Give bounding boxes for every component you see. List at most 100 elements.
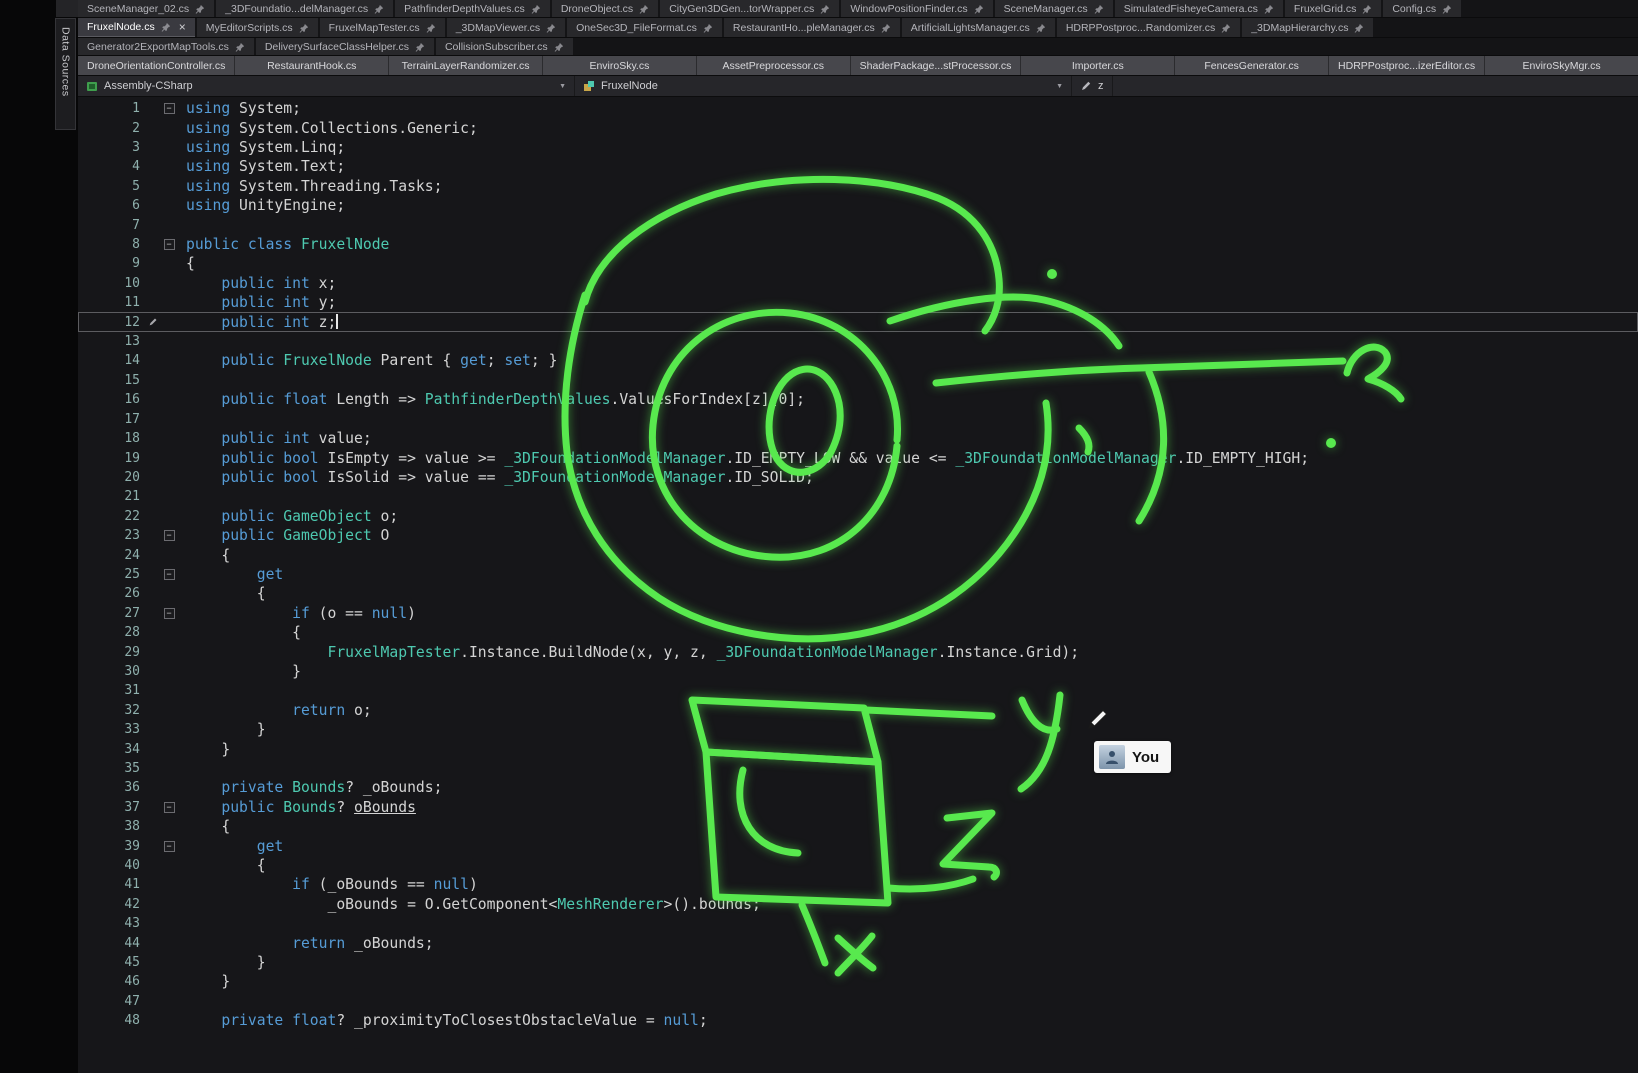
document-tab[interactable]: ArtificialLightsManager.cs: [902, 18, 1055, 37]
project-dropdown[interactable]: Assembly-CSharp ▼: [78, 76, 575, 96]
document-tab[interactable]: EnviroSky.cs: [543, 56, 696, 75]
pin-icon[interactable]: [1362, 4, 1372, 14]
code-line[interactable]: 31: [78, 681, 1638, 700]
document-tab[interactable]: PathfinderDepthValues.cs: [395, 0, 550, 17]
code-line[interactable]: 2using System.Collections.Generic;: [78, 118, 1638, 137]
document-tab[interactable]: DeliverySurfaceClassHelper.cs: [256, 38, 434, 55]
code-line[interactable]: 12 public int z;: [78, 312, 1638, 331]
document-tab[interactable]: OneSec3D_FileFormat.cs: [567, 18, 722, 37]
code-line[interactable]: 5using System.Threading.Tasks;: [78, 177, 1638, 196]
code-line[interactable]: 8−public class FruxelNode: [78, 235, 1638, 254]
data-sources-tab[interactable]: Data Sources: [55, 18, 76, 130]
code-line[interactable]: 4using System.Text;: [78, 157, 1638, 176]
document-tab[interactable]: MyEditorScripts.cs: [197, 18, 318, 37]
pin-icon[interactable]: [1036, 23, 1046, 33]
code-line[interactable]: 38 {: [78, 817, 1638, 836]
code-line[interactable]: 1−using System;: [78, 99, 1638, 118]
code-line[interactable]: 28 {: [78, 623, 1638, 642]
type-dropdown[interactable]: FruxelNode ▼: [575, 76, 1072, 96]
code-line[interactable]: 41 if (_oBounds == null): [78, 875, 1638, 894]
code-line[interactable]: 26 {: [78, 584, 1638, 603]
pin-icon[interactable]: [1264, 4, 1274, 14]
pin-icon[interactable]: [881, 23, 891, 33]
code-line[interactable]: 27− if (o == null): [78, 604, 1638, 623]
code-line[interactable]: 19 public bool IsEmpty => value >= _3DFo…: [78, 448, 1638, 467]
code-line[interactable]: 25− get: [78, 565, 1638, 584]
pin-icon[interactable]: [639, 4, 649, 14]
document-tab[interactable]: CityGen3DGen...torWrapper.cs: [660, 0, 839, 17]
pin-icon[interactable]: [426, 23, 436, 33]
code-line[interactable]: 24 {: [78, 545, 1638, 564]
document-tab[interactable]: DroneObject.cs: [552, 0, 658, 17]
document-tab[interactable]: ShaderPackage...stProcessor.cs: [851, 56, 1021, 75]
document-tab[interactable]: SimulatedFisheyeCamera.cs: [1115, 0, 1283, 17]
pin-icon[interactable]: [531, 4, 541, 14]
document-tab[interactable]: _3DMapViewer.cs: [447, 18, 565, 37]
close-icon[interactable]: ×: [179, 21, 186, 33]
document-tab[interactable]: DroneOrientationController.cs: [78, 56, 234, 75]
pin-icon[interactable]: [1442, 4, 1452, 14]
code-line[interactable]: 15: [78, 371, 1638, 390]
pin-icon[interactable]: [974, 4, 984, 14]
code-line[interactable]: 7: [78, 215, 1638, 234]
code-line[interactable]: 39− get: [78, 836, 1638, 855]
code-line[interactable]: 45 }: [78, 953, 1638, 972]
code-line[interactable]: 21: [78, 487, 1638, 506]
document-tab[interactable]: Generator2ExportMapTools.cs: [78, 38, 254, 55]
code-line[interactable]: 23− public GameObject O: [78, 526, 1638, 545]
fold-collapse-icon[interactable]: −: [164, 530, 175, 541]
code-line[interactable]: 48 private float? _proximityToClosestObs…: [78, 1011, 1638, 1030]
code-editor[interactable]: 1−using System;2using System.Collections…: [78, 97, 1638, 1073]
document-tab[interactable]: CollisionSubscriber.cs: [436, 38, 573, 55]
document-tab[interactable]: FruxelGrid.cs: [1285, 0, 1381, 17]
code-line[interactable]: 34 }: [78, 739, 1638, 758]
code-line[interactable]: 32 return o;: [78, 701, 1638, 720]
pin-icon[interactable]: [299, 23, 309, 33]
document-tab[interactable]: Importer.cs: [1021, 56, 1174, 75]
code-line[interactable]: 42 _oBounds = O.GetComponent<MeshRendere…: [78, 895, 1638, 914]
code-line[interactable]: 14 public FruxelNode Parent { get; set; …: [78, 351, 1638, 370]
code-line[interactable]: 40 {: [78, 856, 1638, 875]
code-line[interactable]: 3using System.Linq;: [78, 138, 1638, 157]
document-tab[interactable]: HDRPPostproc...izerEditor.cs: [1329, 56, 1484, 75]
document-tab[interactable]: SceneManager_02.cs: [78, 0, 214, 17]
document-tab[interactable]: FruxelMapTester.cs: [320, 18, 445, 37]
code-line[interactable]: 37− public Bounds? oBounds: [78, 798, 1638, 817]
document-tab[interactable]: SceneManager.cs: [995, 0, 1113, 17]
document-tab[interactable]: EnviroSkyMgr.cs: [1485, 56, 1638, 75]
code-line[interactable]: 36 private Bounds? _oBounds;: [78, 778, 1638, 797]
document-tab[interactable]: Config.cs: [1383, 0, 1461, 17]
dropdown-arrow-icon[interactable]: ▼: [1056, 83, 1063, 90]
code-line[interactable]: 35: [78, 759, 1638, 778]
document-tab[interactable]: TerrainLayerRandomizer.cs: [389, 56, 542, 75]
pin-icon[interactable]: [195, 4, 205, 14]
pin-icon[interactable]: [415, 42, 425, 52]
pin-icon[interactable]: [554, 42, 564, 52]
code-line[interactable]: 17: [78, 410, 1638, 429]
code-line[interactable]: 47: [78, 992, 1638, 1011]
code-line[interactable]: 20 public bool IsSolid => value == _3DFo…: [78, 468, 1638, 487]
code-line[interactable]: 16 public float Length => PathfinderDept…: [78, 390, 1638, 409]
fold-collapse-icon[interactable]: −: [164, 569, 175, 580]
document-tab[interactable]: _3DFoundatio...delManager.cs: [216, 0, 393, 17]
code-line[interactable]: 13: [78, 332, 1638, 351]
code-line[interactable]: 6using UnityEngine;: [78, 196, 1638, 215]
pin-icon[interactable]: [703, 23, 713, 33]
document-tab[interactable]: _3DMapHierarchy.cs: [1242, 18, 1373, 37]
fold-collapse-icon[interactable]: −: [164, 841, 175, 852]
pin-icon[interactable]: [1221, 23, 1231, 33]
document-tab[interactable]: HDRPPostproc...Randomizer.cs: [1057, 18, 1240, 37]
code-line[interactable]: 18 public int value;: [78, 429, 1638, 448]
code-line[interactable]: 22 public GameObject o;: [78, 507, 1638, 526]
code-line[interactable]: 43: [78, 914, 1638, 933]
fold-collapse-icon[interactable]: −: [164, 608, 175, 619]
code-line[interactable]: 29 FruxelMapTester.Instance.BuildNode(x,…: [78, 642, 1638, 661]
pin-icon[interactable]: [820, 4, 830, 14]
document-tab[interactable]: WindowPositionFinder.cs: [841, 0, 992, 17]
pin-icon[interactable]: [546, 23, 556, 33]
fold-collapse-icon[interactable]: −: [164, 802, 175, 813]
fold-collapse-icon[interactable]: −: [164, 103, 175, 114]
document-tab[interactable]: FencesGenerator.cs: [1175, 56, 1328, 75]
pin-icon[interactable]: [1094, 4, 1104, 14]
fold-collapse-icon[interactable]: −: [164, 239, 175, 250]
